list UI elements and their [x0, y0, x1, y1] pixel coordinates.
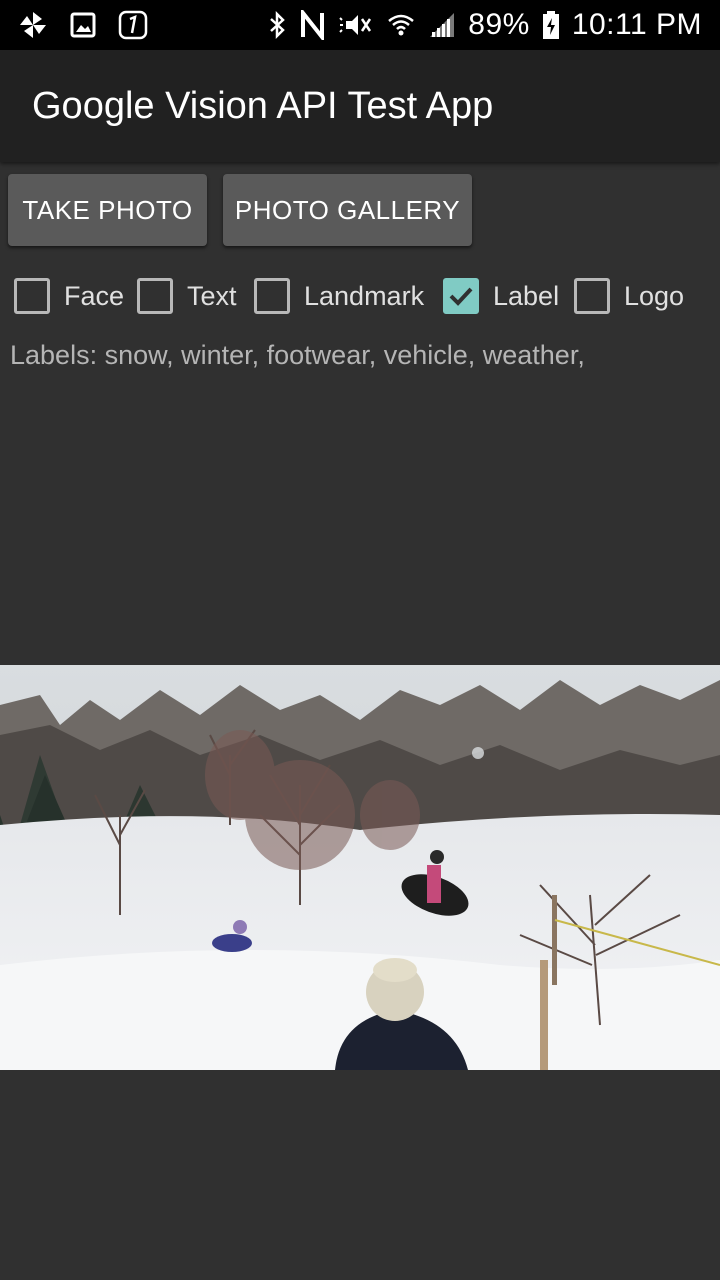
one-icon — [118, 10, 148, 40]
bluetooth-icon — [270, 10, 286, 40]
pinwheel-icon — [20, 12, 46, 38]
checkbox-logo[interactable]: Logo — [574, 270, 684, 322]
photo-gallery-button[interactable]: PHOTO GALLERY — [223, 174, 472, 246]
take-photo-button[interactable]: TAKE PHOTO — [8, 174, 207, 246]
battery-percent: 89% — [468, 8, 530, 41]
mute-icon — [339, 15, 372, 35]
checkbox-face-box[interactable] — [14, 278, 50, 314]
checkbox-text-box[interactable] — [137, 278, 173, 314]
labels-result-text: Labels: snow, winter, footwear, vehicle,… — [10, 340, 585, 370]
checkbox-face-label: Face — [64, 280, 125, 311]
feature-checkbox-row: Face Text Landmark Label Logo — [0, 270, 720, 322]
status-bar-left — [18, 10, 170, 40]
photo-preview — [0, 665, 720, 1070]
gallery-icon — [70, 12, 96, 38]
checkbox-face[interactable]: Face — [14, 270, 124, 322]
signal-icon — [430, 13, 455, 37]
checkbox-label[interactable]: Label — [443, 270, 559, 322]
clock: 10:11 PM — [571, 8, 702, 41]
checkbox-landmark-box[interactable] — [254, 278, 290, 314]
status-bar-right: 89% 10:11 PM — [256, 8, 702, 42]
checkbox-text-label: Text — [187, 280, 237, 311]
nfc-icon — [301, 10, 325, 40]
checkbox-landmark-label: Landmark — [304, 280, 425, 311]
wifi-icon — [388, 14, 415, 36]
checkmark-icon — [449, 287, 473, 306]
app-title: Google Vision API Test App — [32, 84, 494, 127]
checkbox-label-label: Label — [493, 280, 560, 311]
status-bar: 89% 10:11 PM — [0, 0, 720, 50]
checkbox-landmark[interactable]: Landmark — [254, 270, 424, 322]
checkbox-logo-box[interactable] — [574, 278, 610, 314]
app-toolbar: Google Vision API Test App — [0, 50, 720, 162]
battery-charging-icon — [542, 11, 559, 39]
checkbox-logo-label: Logo — [624, 280, 685, 311]
checkbox-text[interactable]: Text — [137, 270, 237, 322]
checkbox-label-box[interactable] — [443, 278, 479, 314]
